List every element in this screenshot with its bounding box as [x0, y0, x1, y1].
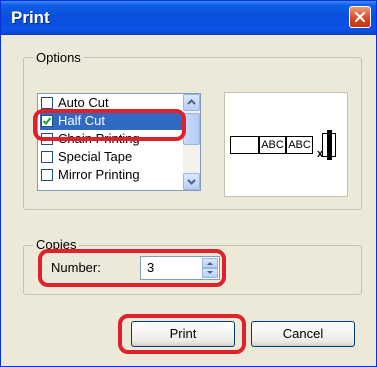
arrow-down-icon	[207, 271, 213, 274]
special-tape-checkbox[interactable]	[41, 151, 53, 163]
close-icon	[354, 11, 366, 23]
list-item-special-tape[interactable]: Special Tape	[40, 148, 182, 166]
stepper-buttons	[202, 258, 218, 278]
list-item-chain-printing[interactable]: Chain Printing	[40, 130, 182, 148]
tape-segment-1: ABC	[259, 136, 286, 154]
cancel-button[interactable]: Cancel	[251, 321, 355, 347]
stepper-up-button[interactable]	[202, 258, 218, 268]
auto-cut-label: Auto Cut	[58, 95, 109, 110]
copies-number-value[interactable]: 3	[147, 260, 154, 275]
tape-cutter-frame	[322, 133, 336, 157]
mirror-printing-checkbox[interactable]	[41, 169, 53, 181]
copies-number-stepper[interactable]: 3	[140, 256, 220, 280]
chevron-up-icon	[187, 99, 196, 105]
half-cut-checkbox[interactable]	[41, 115, 53, 127]
scroll-down-button[interactable]	[183, 173, 200, 190]
chevron-down-icon	[187, 179, 196, 185]
scroll-up-button[interactable]	[183, 94, 200, 111]
title-bar[interactable]: Print	[1, 1, 376, 35]
print-button[interactable]: Print	[131, 321, 235, 347]
tape-segment-2: ABC	[286, 136, 313, 154]
auto-cut-checkbox[interactable]	[41, 97, 53, 109]
tape-blank-segment	[230, 136, 259, 154]
list-scrollbar[interactable]	[183, 94, 200, 190]
list-item-auto-cut[interactable]: Auto Cut	[40, 94, 182, 112]
mirror-printing-label: Mirror Printing	[58, 167, 140, 182]
checkmark-icon	[42, 117, 52, 125]
dialog-title: Print	[11, 8, 50, 27]
special-tape-label: Special Tape	[58, 149, 133, 164]
print-dialog: Print Options Auto Cut Half Cut Chain Pr…	[0, 0, 377, 367]
stepper-down-button[interactable]	[202, 268, 218, 278]
copies-group-label: Copies	[33, 237, 80, 252]
tape-preview: ABC ABC x	[224, 92, 348, 197]
options-list[interactable]: Auto Cut Half Cut Chain Printing Special…	[37, 93, 201, 191]
chain-printing-checkbox[interactable]	[41, 133, 53, 145]
scroll-thumb[interactable]	[183, 113, 200, 145]
number-label: Number:	[51, 260, 101, 275]
close-button[interactable]	[349, 6, 371, 28]
half-cut-label: Half Cut	[58, 113, 105, 128]
list-item-mirror-printing[interactable]: Mirror Printing	[40, 166, 182, 184]
chain-printing-label: Chain Printing	[58, 131, 140, 146]
list-item-half-cut[interactable]: Half Cut	[40, 112, 182, 130]
options-group-label: Options	[33, 50, 84, 65]
arrow-up-icon	[207, 262, 213, 265]
